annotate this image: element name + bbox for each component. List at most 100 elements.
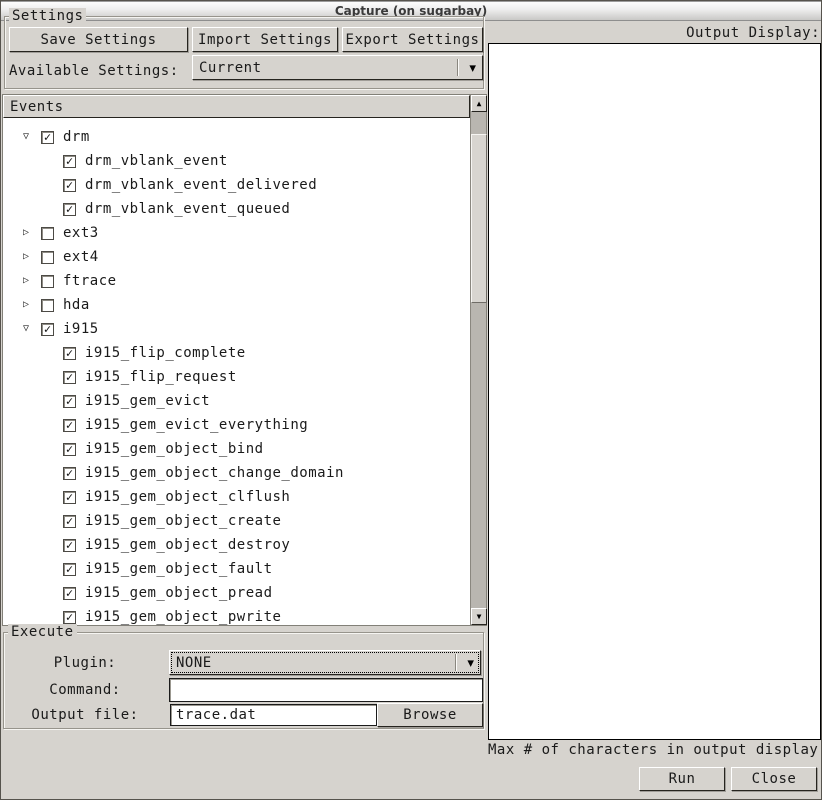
events-panel: Events ▽ ✓ drm ✓ drm_vblank_event ✓ drm_… (2, 94, 487, 626)
close-button[interactable]: Close (731, 767, 817, 791)
event-checkbox[interactable] (41, 227, 54, 240)
command-input[interactable] (169, 678, 483, 702)
event-checkbox[interactable]: ✓ (63, 539, 76, 552)
event-label: drm_vblank_event (85, 153, 228, 169)
chevron-down-icon: ▼ (469, 62, 476, 73)
available-settings-label: Available Settings: (9, 59, 179, 83)
import-settings-button[interactable]: Import Settings (192, 27, 338, 52)
event-label: drm (63, 129, 90, 145)
event-tree-row[interactable]: ▷ ftrace (3, 269, 470, 293)
output-file-input[interactable]: trace.dat (170, 704, 377, 726)
event-tree-row[interactable]: ✓ i915_gem_object_create (3, 509, 470, 533)
event-label: i915_gem_object_pwrite (85, 609, 281, 625)
event-checkbox[interactable]: ✓ (41, 323, 54, 336)
dropdown-separator (455, 654, 456, 671)
event-tree-row[interactable]: ✓ i915_gem_evict (3, 389, 470, 413)
save-settings-label: Save Settings (40, 32, 156, 48)
collapse-icon[interactable]: ▽ (19, 324, 33, 334)
dropdown-separator (457, 59, 458, 76)
settings-frame-label: Settings (9, 8, 86, 25)
expand-icon[interactable]: ▷ (19, 252, 33, 262)
close-label: Close (752, 771, 797, 787)
event-label: hda (63, 297, 90, 313)
event-tree-row[interactable]: ✓ i915_gem_object_fault (3, 557, 470, 581)
plugin-label: Plugin: (4, 650, 166, 675)
capture-window: Capture (on sugarbay) Settings Save Sett… (0, 0, 822, 800)
event-label: ext3 (63, 225, 99, 241)
output-file-value: trace.dat (176, 707, 256, 723)
event-checkbox[interactable]: ✓ (63, 563, 76, 576)
export-settings-button[interactable]: Export Settings (342, 27, 483, 52)
events-scrollbar[interactable]: ▲ ▼ (470, 95, 486, 625)
event-checkbox[interactable]: ✓ (63, 419, 76, 432)
event-tree-row[interactable]: ▷ ext3 (3, 221, 470, 245)
event-tree-row[interactable]: ✓ i915_gem_object_change_domain (3, 461, 470, 485)
output-panel: Output Display: Max # of characters in o… (488, 21, 822, 800)
event-tree-row[interactable]: ✓ drm_vblank_event_queued (3, 197, 470, 221)
event-label: i915 (63, 321, 99, 337)
event-tree-row[interactable]: ✓ i915_gem_object_clflush (3, 485, 470, 509)
event-checkbox[interactable]: ✓ (63, 467, 76, 480)
max-chars-label: Max # of characters in output display (488, 742, 818, 758)
plugin-value: NONE (176, 655, 212, 671)
output-display-area[interactable] (488, 43, 821, 740)
event-checkbox[interactable]: ✓ (63, 347, 76, 360)
event-checkbox[interactable] (41, 299, 54, 312)
scrollbar-thumb[interactable] (471, 134, 487, 303)
event-checkbox[interactable]: ✓ (63, 491, 76, 504)
event-tree-row[interactable]: ✓ drm_vblank_event_delivered (3, 173, 470, 197)
event-checkbox[interactable]: ✓ (63, 395, 76, 408)
event-checkbox[interactable]: ✓ (63, 179, 76, 192)
event-tree-row[interactable]: ▽ ✓ i915 (3, 317, 470, 341)
collapse-icon[interactable]: ▽ (19, 132, 33, 142)
event-label: i915_gem_object_bind (85, 441, 264, 457)
event-label: i915_gem_object_destroy (85, 537, 290, 553)
event-label: i915_gem_object_clflush (85, 489, 290, 505)
event-label: i915_gem_object_change_domain (85, 465, 344, 481)
events-list: ▽ ✓ drm ✓ drm_vblank_event ✓ drm_vblank_… (3, 118, 470, 625)
event-tree-row[interactable]: ✓ i915_flip_request (3, 365, 470, 389)
event-tree-row[interactable]: ✓ drm_vblank_event (3, 149, 470, 173)
event-label: i915_gem_object_pread (85, 585, 273, 601)
event-checkbox[interactable]: ✓ (41, 131, 54, 144)
chevron-down-icon: ▼ (467, 657, 474, 668)
event-checkbox[interactable]: ✓ (63, 515, 76, 528)
run-button[interactable]: Run (639, 767, 725, 791)
expand-icon[interactable]: ▷ (19, 276, 33, 286)
event-checkbox[interactable]: ✓ (63, 611, 76, 624)
event-tree-row[interactable]: ✓ i915_gem_evict_everything (3, 413, 470, 437)
event-checkbox[interactable]: ✓ (63, 443, 76, 456)
expand-icon[interactable]: ▷ (19, 228, 33, 238)
execute-frame: Execute Plugin: NONE ▼ Command: Output f… (3, 632, 484, 729)
event-tree-row[interactable]: ✓ i915_flip_complete (3, 341, 470, 365)
plugin-dropdown[interactable]: NONE ▼ (169, 650, 481, 675)
event-checkbox[interactable] (41, 275, 54, 288)
event-checkbox[interactable]: ✓ (63, 203, 76, 216)
scroll-up-button[interactable]: ▲ (471, 95, 487, 112)
event-tree-row[interactable]: ✓ i915_gem_object_pwrite (3, 605, 470, 625)
browse-button[interactable]: Browse (377, 703, 483, 727)
event-label: i915_gem_object_fault (85, 561, 273, 577)
event-label: ftrace (63, 273, 117, 289)
available-settings-dropdown[interactable]: Current ▼ (192, 55, 483, 80)
expand-icon[interactable]: ▷ (19, 300, 33, 310)
scroll-down-button[interactable]: ▼ (471, 608, 487, 625)
event-checkbox[interactable] (41, 251, 54, 264)
event-tree-row[interactable]: ✓ i915_gem_object_pread (3, 581, 470, 605)
output-file-label: Output file: (4, 703, 166, 726)
event-tree-row[interactable]: ▽ ✓ drm (3, 125, 470, 149)
event-tree-row[interactable]: ✓ i915_gem_object_destroy (3, 533, 470, 557)
save-settings-button[interactable]: Save Settings (9, 27, 188, 52)
event-tree-row[interactable]: ✓ i915_gem_object_bind (3, 437, 470, 461)
event-label: ext4 (63, 249, 99, 265)
execute-frame-label: Execute (8, 624, 77, 641)
events-column-header[interactable]: Events (3, 95, 470, 118)
event-checkbox[interactable]: ✓ (63, 371, 76, 384)
event-tree-row[interactable]: ▷ hda (3, 293, 470, 317)
event-label: i915_gem_evict_everything (85, 417, 308, 433)
event-checkbox[interactable]: ✓ (63, 587, 76, 600)
event-checkbox[interactable]: ✓ (63, 155, 76, 168)
event-tree-row[interactable]: ▷ ext4 (3, 245, 470, 269)
event-label: i915_flip_complete (85, 345, 246, 361)
export-settings-label: Export Settings (346, 32, 480, 48)
